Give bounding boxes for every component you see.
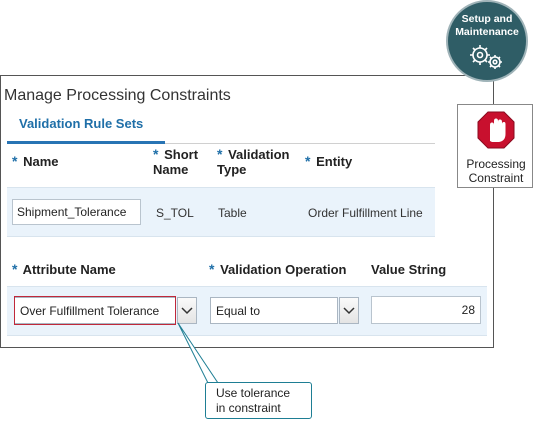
tile-label: Constraint — [468, 171, 524, 185]
callout-note: Use tolerance in constraint — [205, 382, 312, 419]
gears-icon — [470, 45, 502, 69]
setup-label: Setup and — [461, 13, 513, 25]
callout-text: Use tolerance — [216, 386, 291, 400]
setup-label: Maintenance — [455, 26, 519, 38]
stop-hand-icon — [477, 111, 515, 149]
tile-label: Processing — [466, 157, 526, 171]
callout-text: in constraint — [216, 401, 281, 415]
processing-constraint-tile[interactable]: Processing Constraint — [457, 104, 533, 188]
setup-maintenance-button[interactable]: Setup and Maintenance — [446, 0, 528, 82]
